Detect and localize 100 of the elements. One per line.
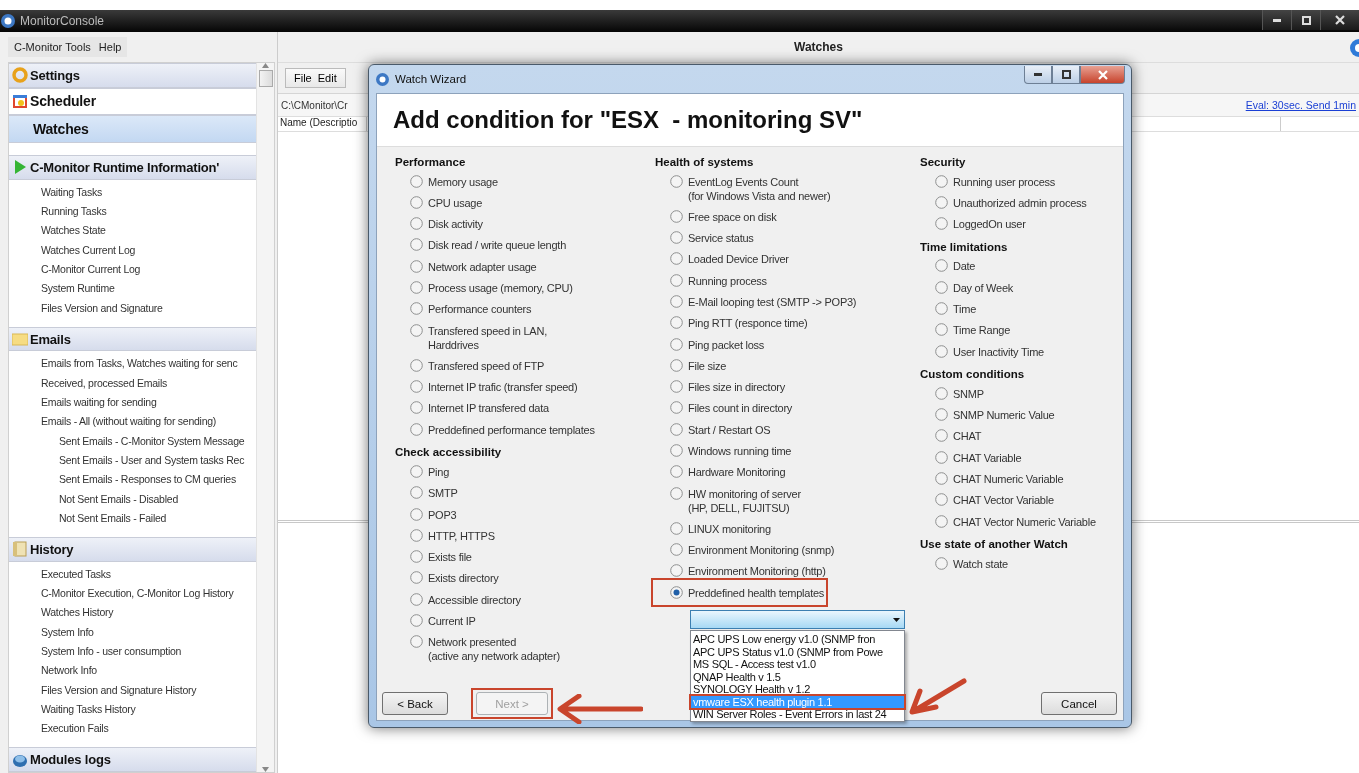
radio-button[interactable] [410, 358, 423, 372]
option-label[interactable]: Unauthorized admin process [953, 195, 1087, 210]
template-dropdown[interactable] [690, 610, 905, 630]
radio-button[interactable] [935, 302, 948, 316]
option-label[interactable]: Loaded Device Driver [688, 252, 789, 267]
sidebar-link[interactable]: C-Monitor Execution, C-Monitor Log History [9, 584, 256, 604]
sidebar-link[interactable]: System Info [9, 622, 256, 642]
radio-button[interactable] [410, 422, 423, 436]
option-label[interactable]: Performance counters [428, 302, 532, 317]
radio-button[interactable] [670, 486, 683, 500]
minimize-button[interactable] [1262, 10, 1291, 30]
radio-button[interactable] [935, 280, 948, 294]
radio-button[interactable] [670, 358, 683, 372]
sidebar-link[interactable]: Not Sent Emails - Disabled [9, 489, 256, 509]
radio-button[interactable] [670, 543, 683, 557]
radio-button[interactable] [935, 493, 948, 507]
option-label[interactable]: Network presented (active any network adapter) [428, 635, 560, 664]
sidebar-link[interactable]: Files Version and Signature [9, 298, 256, 318]
option-label[interactable]: Exists file [428, 550, 472, 565]
sidebar-link[interactable]: C-Monitor Current Log [9, 259, 256, 280]
eval-link[interactable]: Eval: 30sec. Send 1min [1245, 99, 1356, 111]
option-label[interactable]: Current IP [428, 614, 476, 628]
option-label[interactable]: CHAT Vector Numeric Variable [953, 514, 1096, 529]
option-label[interactable]: CHAT Numeric Variable [953, 472, 1064, 486]
down-arrow-icon[interactable] [262, 767, 269, 772]
radio-button[interactable] [935, 195, 948, 209]
option-label[interactable]: Watch state [953, 556, 1008, 571]
dropdown-option[interactable]: MS SQL - Access test v1.0 [691, 658, 904, 671]
radio-button[interactable] [670, 231, 683, 245]
dropdown-option[interactable]: APC UPS Low energy v1.0 (SNMP fron [691, 633, 904, 646]
option-label[interactable]: POP3 [428, 507, 457, 522]
radio-button[interactable] [670, 401, 683, 415]
sidebar-link[interactable]: Waiting Tasks [9, 182, 256, 203]
radio-button[interactable] [410, 323, 423, 337]
option-label[interactable]: Disk activity [428, 217, 483, 232]
option-label[interactable]: Hardware Monitoring [688, 465, 786, 480]
sidebar-link[interactable]: Files Version and Signature History [9, 680, 256, 700]
radio-button[interactable] [670, 252, 683, 266]
option-label[interactable]: CHAT Variable [953, 450, 1022, 465]
radio-button[interactable] [410, 486, 423, 500]
option-label[interactable]: CHAT Vector Variable [953, 493, 1054, 508]
radio-button[interactable] [670, 444, 683, 457]
pane-header[interactable]: Settings [9, 63, 256, 88]
radio-button[interactable] [935, 408, 948, 422]
option-label[interactable]: LoggedOn user [953, 217, 1026, 232]
option-label[interactable]: Time [953, 302, 977, 317]
option-label[interactable]: SMTP [428, 486, 458, 501]
radio-button[interactable] [410, 507, 423, 521]
scrollbar[interactable] [256, 63, 274, 772]
up-arrow-icon[interactable] [262, 63, 269, 68]
radio-button[interactable] [410, 238, 423, 252]
radio-button[interactable] [670, 209, 683, 223]
dropdown-option[interactable]: SYNOLOGY Health v 1.2 [691, 683, 904, 696]
option-label[interactable]: Internet IP transfered data [428, 401, 549, 416]
radio-button[interactable] [670, 174, 683, 188]
option-label[interactable]: Windows running time [688, 444, 792, 458]
option-label[interactable]: CHAT [953, 429, 982, 444]
radio-button[interactable] [935, 344, 948, 358]
sidebar-link[interactable]: Emails from Tasks, Watches waiting for senc [9, 354, 256, 374]
sidebar-link[interactable]: Waiting Tasks History [9, 699, 256, 720]
radio-button[interactable] [410, 259, 423, 273]
menu-item[interactable]: Help [98, 41, 122, 53]
minimize-button[interactable] [1024, 66, 1052, 84]
sidebar-link[interactable]: Execution Fails [9, 719, 256, 739]
radio-button[interactable] [410, 401, 423, 415]
option-label[interactable]: CPU usage [428, 195, 482, 210]
radio-button[interactable] [935, 556, 948, 570]
radio-button[interactable] [935, 429, 948, 443]
option-label[interactable]: E-Mail looping test (SMTP -> POP3) [688, 295, 857, 310]
dropdown-option[interactable]: WIN Server Roles - Event Errors in last 24 [691, 708, 904, 721]
column-header[interactable]: Name (Descriptio [278, 117, 366, 131]
option-label[interactable]: Free space on disk [688, 209, 777, 224]
option-label[interactable]: Memory usage [428, 174, 498, 189]
sidebar-link[interactable]: Not Sent Emails - Failed [9, 508, 256, 529]
pane-header[interactable]: Emails [9, 326, 256, 352]
option-label[interactable]: Running user process [953, 174, 1055, 189]
radio-button[interactable] [935, 259, 948, 273]
sidebar-link[interactable]: Emails - All (without waiting for sending) [9, 412, 256, 432]
option-label[interactable]: Disk read / write queue length [428, 238, 567, 253]
option-label[interactable]: User Inactivity Time [953, 344, 1044, 359]
option-label[interactable]: Preddefined health templates [688, 585, 825, 600]
radio-button[interactable] [670, 273, 683, 287]
option-label[interactable]: Running process [688, 273, 767, 288]
radio-button[interactable] [670, 316, 683, 330]
option-label[interactable]: HTTP, HTTPS [428, 528, 495, 543]
sidebar-link[interactable]: Running Tasks [9, 202, 256, 222]
pane-header[interactable]: Modules logs [9, 747, 256, 772]
option-label[interactable]: SNMP [953, 386, 984, 401]
radio-button[interactable] [410, 195, 423, 209]
sidebar-link[interactable]: Watches State [9, 221, 256, 241]
close-button[interactable] [1320, 10, 1359, 30]
radio-button[interactable] [670, 295, 683, 309]
radio-button[interactable] [670, 380, 683, 394]
radio-button[interactable] [670, 585, 683, 599]
option-label[interactable]: HW monitoring of server (HP, DELL, FUJITSU) [688, 486, 801, 515]
menu-item[interactable]: File [294, 72, 312, 84]
option-label[interactable]: Exists directory [428, 571, 499, 586]
option-label[interactable]: SNMP Numeric Value [953, 408, 1055, 423]
option-label[interactable]: Start / Restart OS [688, 422, 771, 437]
sidebar-link[interactable]: Watches Current Log [9, 240, 256, 260]
